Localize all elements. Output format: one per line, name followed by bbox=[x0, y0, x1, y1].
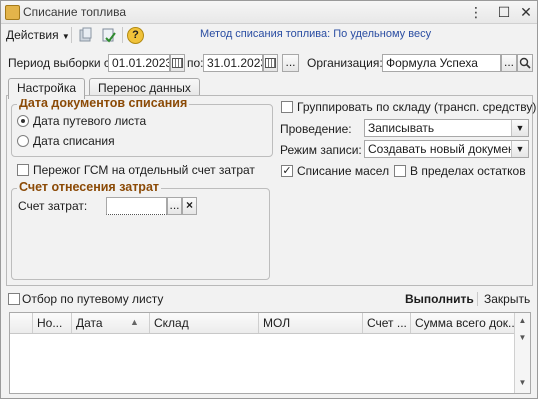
table-scrollbar[interactable]: ▲ ▼ ▼ bbox=[514, 313, 530, 393]
radio-waybill-date[interactable] bbox=[17, 115, 29, 127]
help-icon[interactable]: ? bbox=[127, 27, 144, 44]
table-header: Но... Дата ▲ Склад МОЛ Счет ... Сумма вс… bbox=[10, 313, 516, 334]
radio-waybill-date-label[interactable]: Дата путевого листа bbox=[33, 114, 146, 128]
column-header-date[interactable]: Дата ▲ bbox=[72, 313, 150, 333]
radio-writeoff-date[interactable] bbox=[17, 135, 29, 147]
title-bar: Списание топлива ⋮ ☐ ✕ bbox=[1, 1, 537, 24]
dropdown-arrow-icon: ▼ bbox=[61, 32, 70, 41]
filter-waybill-label[interactable]: Отбор по путевому листу bbox=[22, 292, 163, 306]
document-edit-icon[interactable] bbox=[78, 27, 94, 46]
document-dates-group bbox=[11, 104, 273, 157]
app-icon bbox=[5, 5, 20, 20]
menu-dots-button[interactable]: ⋮ bbox=[467, 3, 485, 21]
write-mode-label: Режим записи: bbox=[280, 143, 362, 157]
search-icon bbox=[519, 57, 531, 69]
header-spacer bbox=[10, 313, 33, 333]
tab-settings[interactable]: Настройка bbox=[8, 78, 86, 99]
within-balances-label[interactable]: В пределах остатков bbox=[410, 164, 526, 178]
write-mode-select[interactable]: Создавать новый документ ▼ bbox=[364, 140, 529, 158]
posting-select[interactable]: Записывать ▼ bbox=[364, 119, 529, 137]
cost-account-label: Счет затрат: bbox=[18, 199, 88, 213]
actions-menu-button[interactable]: Действия ▼ bbox=[6, 26, 70, 44]
calendar-icon bbox=[172, 58, 183, 68]
sort-ascending-icon: ▲ bbox=[130, 317, 139, 327]
window-title: Списание топлива bbox=[23, 5, 127, 19]
results-table[interactable]: Но... Дата ▲ Склад МОЛ Счет ... Сумма вс… bbox=[9, 312, 531, 394]
column-header-total[interactable]: Сумма всего док... bbox=[411, 313, 516, 333]
period-select-button[interactable]: ... bbox=[282, 54, 299, 72]
cost-account-input[interactable] bbox=[106, 197, 167, 215]
close-form-button[interactable]: Закрыть bbox=[484, 292, 530, 306]
write-mode-value: Создавать новый документ bbox=[368, 142, 521, 156]
execute-button[interactable]: Выполнить bbox=[405, 292, 474, 306]
oil-writeoff-label[interactable]: Списание масел bbox=[297, 164, 389, 178]
column-header-warehouse[interactable]: Склад bbox=[150, 313, 259, 333]
overburn-checkbox[interactable] bbox=[17, 164, 29, 176]
close-button[interactable]: ✕ bbox=[517, 3, 535, 21]
tab-settings-label: Настройка bbox=[17, 81, 77, 95]
organization-search-button[interactable] bbox=[517, 54, 533, 72]
scroll-down-icon[interactable]: ▼ bbox=[517, 378, 528, 387]
button-divider bbox=[477, 292, 478, 306]
period-to-label: по: bbox=[187, 56, 204, 70]
maximize-button[interactable]: ☐ bbox=[495, 3, 513, 21]
period-to-input[interactable]: 31.01.2023 bbox=[203, 54, 263, 72]
oil-writeoff-checkbox[interactable]: ✓ bbox=[281, 165, 293, 177]
posting-label: Проведение: bbox=[280, 122, 352, 136]
column-header-account[interactable]: Счет ... bbox=[363, 313, 411, 333]
cost-account-select-button[interactable]: ... bbox=[167, 197, 182, 215]
chevron-down-icon: ▼ bbox=[511, 141, 528, 157]
tab-data-transfer-label: Перенос данных bbox=[98, 81, 191, 95]
column-header-date-label: Дата bbox=[76, 316, 103, 330]
radio-writeoff-date-label[interactable]: Дата списания bbox=[33, 134, 115, 148]
group-by-warehouse-checkbox[interactable] bbox=[281, 101, 293, 113]
cost-account-title: Счет отнесения затрат bbox=[17, 180, 162, 194]
calendar-icon bbox=[265, 58, 276, 68]
organization-select-button[interactable]: ... bbox=[501, 54, 517, 72]
posting-value: Записывать bbox=[368, 121, 435, 135]
settings-panel: Дата документов списания Дата путевого л… bbox=[6, 95, 536, 286]
column-header-number[interactable]: Но... bbox=[33, 313, 72, 333]
writeoff-window: Списание топлива ⋮ ☐ ✕ Действия ▼ ? Мето… bbox=[0, 0, 538, 399]
cost-account-clear-button[interactable]: × bbox=[182, 197, 197, 215]
calendar-from-button[interactable] bbox=[170, 54, 185, 72]
calendar-to-button[interactable] bbox=[263, 54, 278, 72]
actions-label: Действия bbox=[6, 28, 59, 42]
overburn-label[interactable]: Пережог ГСМ на отдельный счет затрат bbox=[33, 163, 255, 177]
column-header-mol[interactable]: МОЛ bbox=[259, 313, 363, 333]
fuel-method-link[interactable]: Метод списания топлива: По удельному вес… bbox=[200, 28, 431, 40]
scroll-down-icon[interactable]: ▼ bbox=[517, 333, 528, 342]
post-document-icon[interactable] bbox=[101, 27, 117, 46]
within-balances-checkbox[interactable] bbox=[394, 165, 406, 177]
organization-label: Организация: bbox=[307, 56, 383, 70]
filter-waybill-checkbox[interactable] bbox=[8, 293, 20, 305]
toolbar: Действия ▼ ? Метод списания топлива: По … bbox=[1, 24, 537, 46]
period-from-label: Период выборки с: bbox=[8, 56, 114, 70]
toolbar-divider bbox=[122, 27, 123, 43]
chevron-down-icon: ▼ bbox=[511, 120, 528, 136]
toolbar-divider bbox=[71, 27, 72, 43]
group-by-warehouse-label[interactable]: Группировать по складу (трансп. средству… bbox=[297, 100, 536, 114]
organization-input[interactable]: Формула Успеха bbox=[382, 54, 501, 72]
scroll-up-icon[interactable]: ▲ bbox=[517, 316, 528, 325]
period-from-input[interactable]: 01.01.2023 bbox=[108, 54, 170, 72]
